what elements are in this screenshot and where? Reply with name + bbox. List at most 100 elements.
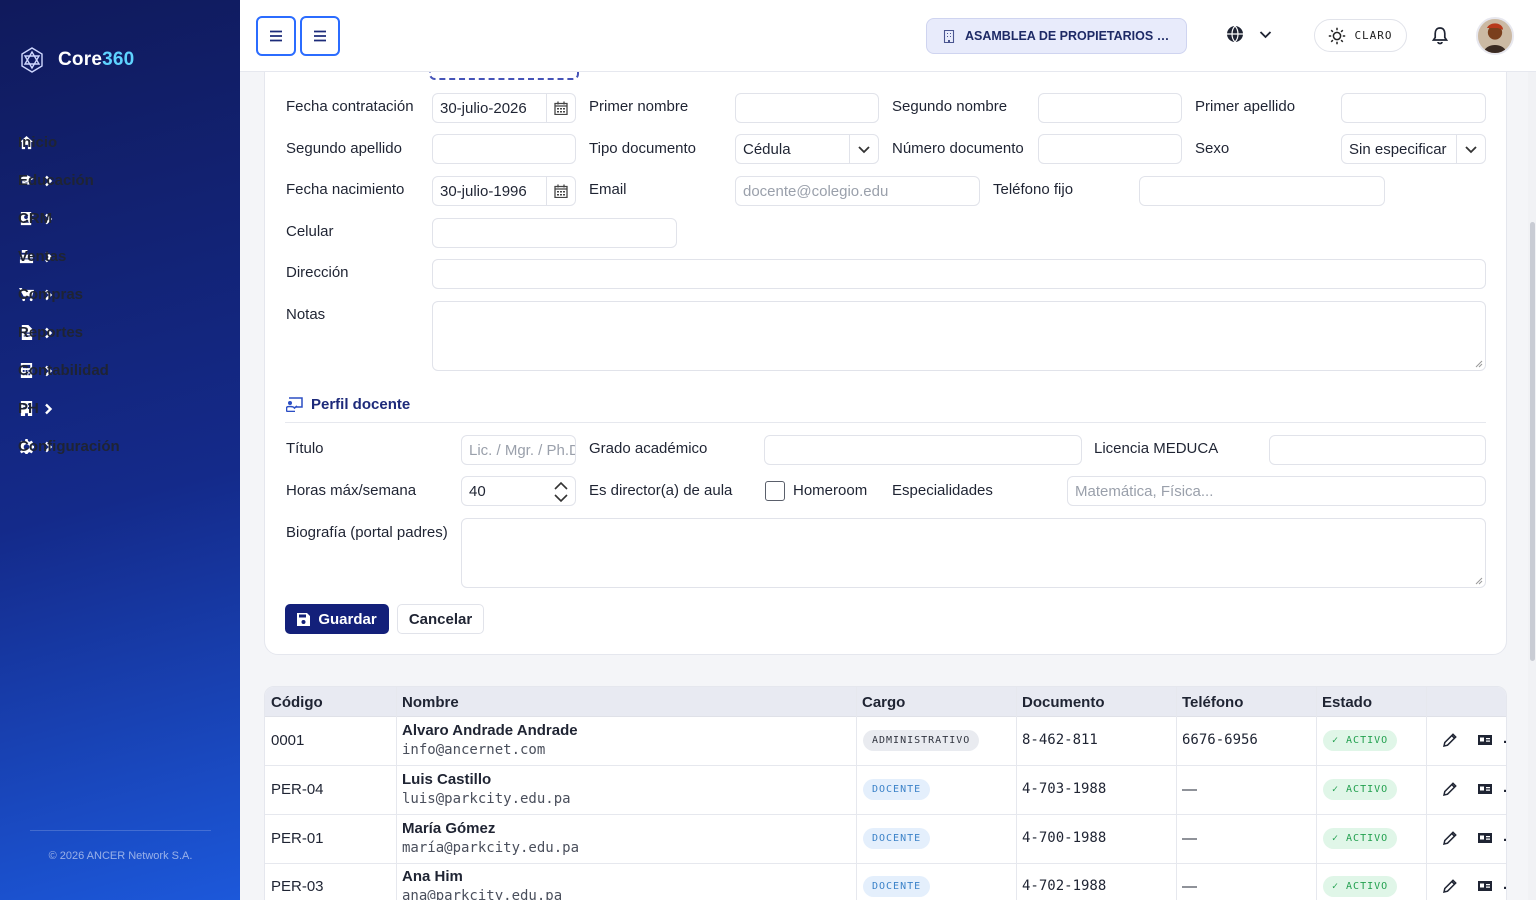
table-row[interactable]: PER-04 Luis Castillo luis@parkcity.edu.p… — [265, 766, 1506, 815]
especialidades-label: Especialidades — [892, 482, 993, 499]
licencia-meduca-input[interactable] — [1269, 435, 1486, 465]
sidebar-item-label: CRM — [18, 209, 53, 227]
telefono-fijo-input[interactable] — [1139, 176, 1385, 206]
language-selector[interactable] — [1226, 25, 1273, 43]
organization-name: ASAMBLEA DE PROPIETARIOS DE PH PARK CITY — [965, 29, 1177, 43]
cell-codigo: PER-04 — [271, 781, 324, 798]
id-card-icon[interactable] — [1477, 781, 1493, 797]
segundo-nombre-input[interactable] — [1038, 93, 1182, 123]
edit-pencil-icon[interactable] — [1442, 781, 1458, 797]
sidebar-footer: © 2026 ANCER Network S.A. — [30, 830, 211, 862]
more-actions-icon[interactable]: . — [1503, 828, 1506, 845]
email-field[interactable]: docente@colegio.edu — [735, 176, 980, 206]
primer-nombre-input[interactable] — [735, 93, 879, 123]
status-badge: ✓ ACTIVO — [1323, 730, 1398, 751]
director-aula-label: Es director(a) de aula — [589, 482, 733, 499]
grado-academico-input[interactable] — [764, 435, 1082, 465]
titulo-input[interactable]: Lic. / Mgr. / Ph.D. — [461, 435, 576, 465]
user-avatar[interactable] — [1476, 17, 1514, 55]
column-header-documento[interactable]: Documento — [1022, 694, 1105, 711]
homeroom-checkbox[interactable] — [765, 481, 785, 501]
fecha-contratacion-label: Fecha contratación — [286, 98, 414, 115]
sidebar-item-ventas[interactable]: Ventas — [0, 237, 240, 275]
direccion-input[interactable] — [432, 259, 1486, 289]
cancel-button[interactable]: Cancelar — [397, 604, 484, 634]
tipo-documento-label: Tipo documento — [589, 140, 697, 157]
scrollbar-thumb[interactable] — [1530, 222, 1535, 661]
cell-documento: 4-702-1988 — [1022, 878, 1107, 894]
status-badge: ✓ ACTIVO — [1323, 876, 1398, 897]
column-header-estado[interactable]: Estado — [1322, 694, 1372, 711]
table-row[interactable]: PER-03 Ana Him ana@parkcity.edu.pa DOCEN… — [265, 864, 1506, 900]
sidebar-item-educacion[interactable]: Educación — [0, 161, 240, 199]
homeroom-label: Homeroom — [793, 482, 868, 499]
sun-icon — [1329, 27, 1346, 44]
role-badge: DOCENTE — [863, 828, 931, 849]
primer-nombre-label: Primer nombre — [589, 98, 689, 115]
resize-grip-icon[interactable] — [1475, 360, 1483, 368]
cell-codigo: 0001 — [271, 732, 305, 749]
celular-input[interactable] — [432, 218, 677, 248]
save-button[interactable]: Guardar — [285, 604, 389, 634]
menu-button[interactable] — [300, 16, 340, 56]
more-actions-icon[interactable]: . — [1503, 779, 1506, 796]
stepper-arrows-icon[interactable] — [553, 479, 569, 505]
topbar: ASAMBLEA DE PROPIETARIOS DE PH PARK CITY… — [240, 0, 1536, 72]
id-card-icon[interactable] — [1477, 878, 1493, 894]
numero-documento-input[interactable] — [1038, 134, 1182, 164]
sidebar-item-label: Contabilidad — [18, 361, 109, 379]
sidebar-item-contabilidad[interactable]: Contabilidad — [0, 351, 240, 389]
fecha-contratacion-value: 30-julio-2026 — [440, 99, 527, 117]
sidebar-toggle-button[interactable] — [256, 16, 296, 56]
theme-toggle-button[interactable]: CLARO — [1314, 19, 1407, 52]
cell-nombre: Ana Him — [402, 868, 463, 885]
email-label: Email — [589, 181, 627, 198]
id-card-icon[interactable] — [1477, 732, 1493, 748]
status-badge: ✓ ACTIVO — [1323, 779, 1398, 800]
bell-icon[interactable] — [1431, 27, 1449, 45]
fecha-contratacion-field[interactable]: 30-julio-2026 — [432, 93, 576, 123]
sexo-value: Sin especificar — [1349, 140, 1447, 158]
edit-pencil-icon[interactable] — [1442, 830, 1458, 846]
especialidades-input[interactable]: Matemática, Física... — [1067, 476, 1486, 506]
tipo-documento-select[interactable]: Cédula — [735, 134, 879, 164]
titulo-label: Título — [286, 440, 324, 457]
sidebar-item-ph[interactable]: PH — [0, 389, 240, 427]
resize-grip-icon[interactable] — [1475, 577, 1483, 585]
biografia-textarea[interactable] — [461, 518, 1486, 588]
chevron-down-icon — [849, 135, 878, 163]
sidebar-item-reportes[interactable]: Reportes — [0, 313, 240, 351]
sexo-select[interactable]: Sin especificar — [1341, 134, 1486, 164]
cell-telefono: — — [1182, 830, 1197, 847]
sidebar-item-crm[interactable]: CRM — [0, 199, 240, 237]
chevron-down-icon — [1259, 30, 1272, 38]
notas-textarea[interactable] — [432, 301, 1486, 371]
primer-apellido-input[interactable] — [1341, 93, 1486, 123]
column-header-nombre[interactable]: Nombre — [402, 694, 459, 711]
cell-documento: 4-700-1988 — [1022, 830, 1107, 846]
brand-logo[interactable]: Core360 — [18, 46, 134, 74]
save-label: Guardar — [318, 610, 377, 628]
column-header-cargo[interactable]: Cargo — [862, 694, 905, 711]
calendar-icon[interactable] — [546, 177, 575, 205]
edit-pencil-icon[interactable] — [1442, 732, 1458, 748]
sidebar-item-inicio[interactable]: Inicio — [0, 123, 240, 161]
id-card-icon[interactable] — [1477, 830, 1493, 846]
column-header-codigo[interactable]: Código — [271, 694, 323, 711]
more-actions-icon[interactable]: . — [1503, 730, 1506, 747]
calendar-icon[interactable] — [546, 94, 575, 122]
sidebar-item-configuracion[interactable]: Configuración — [0, 427, 240, 465]
more-actions-icon[interactable]: . — [1503, 876, 1506, 893]
segundo-apellido-input[interactable] — [432, 134, 576, 164]
column-header-telefono[interactable]: Teléfono — [1182, 694, 1243, 711]
table-row[interactable]: 0001 Alvaro Andrade Andrade info@ancerne… — [265, 717, 1506, 766]
grado-academico-label: Grado académico — [589, 440, 708, 457]
edit-pencil-icon[interactable] — [1442, 878, 1458, 894]
horas-max-stepper[interactable]: 40 — [461, 476, 576, 506]
chalkboard-teacher-icon — [286, 397, 303, 412]
fecha-nacimiento-field[interactable]: 30-julio-1996 — [432, 176, 576, 206]
organization-selector[interactable]: ASAMBLEA DE PROPIETARIOS DE PH PARK CITY — [926, 18, 1187, 54]
table-row[interactable]: PER-01 María Gómez maría@parkcity.edu.pa… — [265, 815, 1506, 864]
sidebar-item-compras[interactable]: Compras — [0, 275, 240, 313]
cell-documento: 8-462-811 — [1022, 732, 1098, 748]
